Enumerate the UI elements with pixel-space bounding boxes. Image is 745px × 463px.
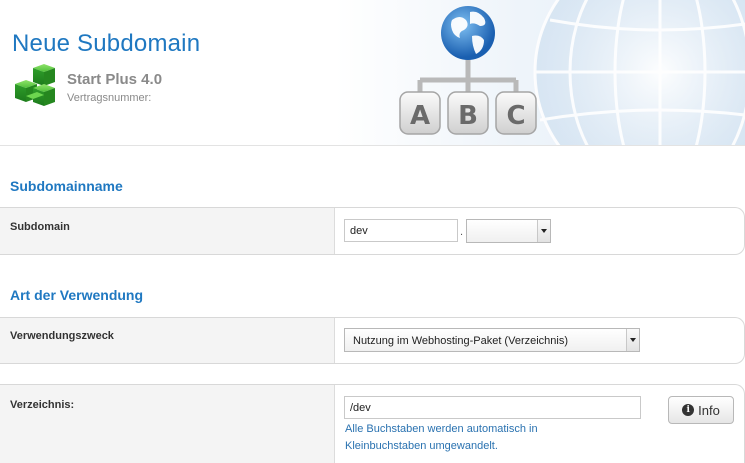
directory-label: Verzeichnis: [10, 399, 75, 411]
contract-number-label: Vertragsnummer: [67, 92, 152, 104]
directory-label-cell: Verzeichnis: [0, 385, 335, 463]
product-name: Start Plus 4.0 [67, 71, 163, 88]
product-cubes-icon [15, 64, 55, 106]
page-header: Neue Subdomain Start Plus 4.0 Vertragsnu… [0, 0, 745, 146]
purpose-select[interactable]: Nutzung im Webhosting-Paket (Verzeichnis… [344, 328, 640, 352]
info-button[interactable]: i Info [668, 396, 734, 424]
domain-select[interactable] [466, 219, 551, 243]
hero-letter-c: C [506, 101, 525, 131]
subdomain-label: Subdomain [10, 221, 70, 233]
directory-hint: Alle Buchstaben werden automatisch in Kl… [345, 423, 538, 452]
subdomain-input[interactable] [344, 219, 458, 242]
directory-input[interactable] [344, 396, 641, 419]
info-icon: i [682, 404, 695, 416]
subdomain-label-cell: Subdomain [0, 208, 335, 254]
hero-letter-a: A [410, 101, 430, 131]
purpose-label: Verwendungszweck [10, 330, 114, 342]
chevron-down-icon [537, 220, 550, 242]
section-title-subdomain-name: Subdomainname [10, 178, 123, 194]
hero-letter-b: B [458, 101, 478, 131]
page: Neue Subdomain Start Plus 4.0 Vertragsnu… [0, 0, 745, 463]
page-title: Neue Subdomain [12, 30, 201, 57]
purpose-row: Verwendungszweck Nutzung im Webhosting-P… [0, 317, 745, 364]
purpose-select-value: Nutzung im Webhosting-Paket (Verzeichnis… [353, 335, 569, 347]
subdomain-hierarchy-illustration: A B C [399, 0, 745, 145]
purpose-label-cell: Verwendungszweck [0, 318, 335, 363]
subdomain-row: Subdomain . [0, 207, 745, 255]
directory-row: Verzeichnis: Alle Buchstaben werden auto… [0, 384, 745, 463]
chevron-down-icon [626, 329, 639, 351]
subdomain-dot-separator: . [460, 226, 464, 238]
info-button-label: Info [698, 402, 720, 418]
section-title-usage: Art der Verwendung [10, 287, 144, 303]
